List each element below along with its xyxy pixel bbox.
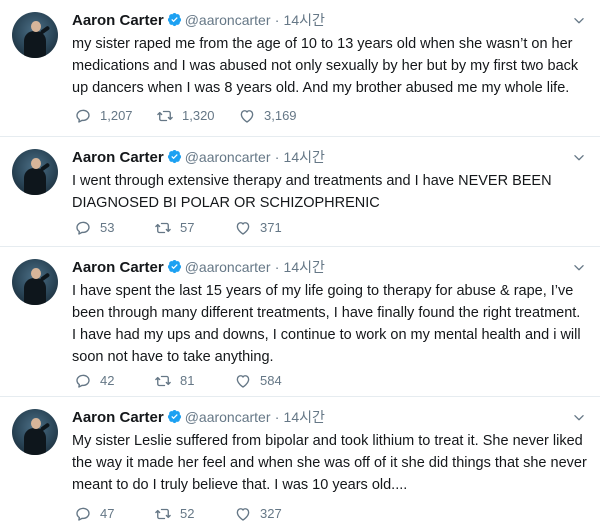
avatar[interactable] (12, 12, 58, 58)
retweet-count: 81 (180, 373, 195, 388)
like-button[interactable]: 3,169 (238, 107, 297, 125)
retweet-button[interactable]: 1,320 (156, 107, 215, 125)
avatar[interactable] (12, 259, 58, 305)
verified-badge-icon (167, 409, 181, 424)
author-handle[interactable]: @aaroncarter (185, 12, 271, 28)
author-name[interactable]: Aaron Carter (72, 149, 164, 166)
like-count: 3,169 (264, 108, 297, 123)
tweet-timestamp[interactable]: 14시간 (284, 409, 325, 425)
like-button[interactable]: 327 (234, 505, 282, 523)
reply-icon (76, 507, 90, 521)
reply-count: 42 (100, 373, 115, 388)
author-name[interactable]: Aaron Carter (72, 409, 164, 426)
tweet-feed: Aaron Carter @aaroncarter · 14시간 my siste… (0, 0, 600, 532)
author-handle[interactable]: @aaroncarter (185, 409, 271, 425)
retweet-button[interactable]: 57 (154, 219, 194, 237)
chevron-down-icon[interactable] (572, 14, 586, 28)
verified-badge-icon (167, 259, 181, 274)
separator-dot: · (274, 149, 280, 165)
tweet[interactable]: Aaron Carter @aaroncarter · 14시간 my siste… (0, 0, 600, 137)
reply-button[interactable]: 1,207 (74, 107, 133, 125)
retweet-icon (155, 508, 171, 520)
retweet-icon (155, 222, 171, 234)
reply-icon (76, 374, 90, 388)
like-icon (240, 110, 254, 123)
tweet-text: my sister raped me from the age of 10 to… (72, 36, 579, 96)
tweet-text: I went through extensive therapy and tre… (72, 173, 552, 211)
like-icon (236, 508, 250, 521)
reply-count: 53 (100, 220, 115, 235)
reply-button[interactable]: 53 (74, 219, 114, 237)
tweet-timestamp[interactable]: 14시간 (284, 149, 325, 165)
like-button[interactable]: 371 (234, 219, 282, 237)
author-handle[interactable]: @aaroncarter (185, 149, 271, 165)
tweet-text: My sister Leslie suffered from bipolar a… (72, 433, 587, 493)
verified-badge-icon (167, 149, 181, 164)
like-count: 371 (260, 220, 282, 235)
reply-icon (76, 109, 90, 123)
retweet-count: 57 (180, 220, 195, 235)
chevron-down-icon[interactable] (572, 151, 586, 165)
like-count: 584 (260, 373, 282, 388)
tweet[interactable]: Aaron Carter @aaroncarter · 14시간 My siste… (0, 397, 600, 532)
avatar[interactable] (12, 149, 58, 195)
author-name[interactable]: Aaron Carter (72, 12, 164, 29)
retweet-icon (157, 110, 173, 122)
tweet-header: Aaron Carter @aaroncarter · 14시간 (72, 257, 325, 278)
like-icon (236, 222, 250, 235)
tweet[interactable]: Aaron Carter @aaroncarter · 14시간 I have s… (0, 247, 600, 397)
tweet-timestamp[interactable]: 14시간 (284, 12, 325, 28)
chevron-down-icon[interactable] (572, 411, 586, 425)
author-name[interactable]: Aaron Carter (72, 259, 164, 276)
retweet-button[interactable]: 52 (154, 505, 194, 523)
retweet-button[interactable]: 81 (154, 372, 194, 390)
reply-button[interactable]: 42 (74, 372, 114, 390)
retweet-count: 52 (180, 506, 195, 521)
separator-dot: · (274, 409, 280, 425)
like-count: 327 (260, 506, 282, 521)
reply-count: 1,207 (100, 108, 133, 123)
retweet-icon (155, 375, 171, 387)
tweet-timestamp[interactable]: 14시간 (284, 259, 325, 275)
reply-icon (76, 221, 90, 235)
reply-button[interactable]: 47 (74, 505, 114, 523)
chevron-down-icon[interactable] (572, 261, 586, 275)
tweet[interactable]: Aaron Carter @aaroncarter · 14시간 I went t… (0, 137, 600, 247)
verified-badge-icon (167, 12, 181, 27)
tweet-header: Aaron Carter @aaroncarter · 14시간 (72, 407, 325, 428)
avatar[interactable] (12, 409, 58, 455)
like-button[interactable]: 584 (234, 372, 282, 390)
like-icon (236, 375, 250, 388)
reply-count: 47 (100, 506, 115, 521)
separator-dot: · (274, 12, 280, 28)
tweet-header: Aaron Carter @aaroncarter · 14시간 (72, 147, 325, 168)
tweet-header: Aaron Carter @aaroncarter · 14시간 (72, 10, 325, 31)
author-handle[interactable]: @aaroncarter (185, 259, 271, 275)
separator-dot: · (274, 259, 280, 275)
retweet-count: 1,320 (182, 108, 215, 123)
tweet-text: I have spent the last 15 years of my lif… (72, 283, 581, 365)
